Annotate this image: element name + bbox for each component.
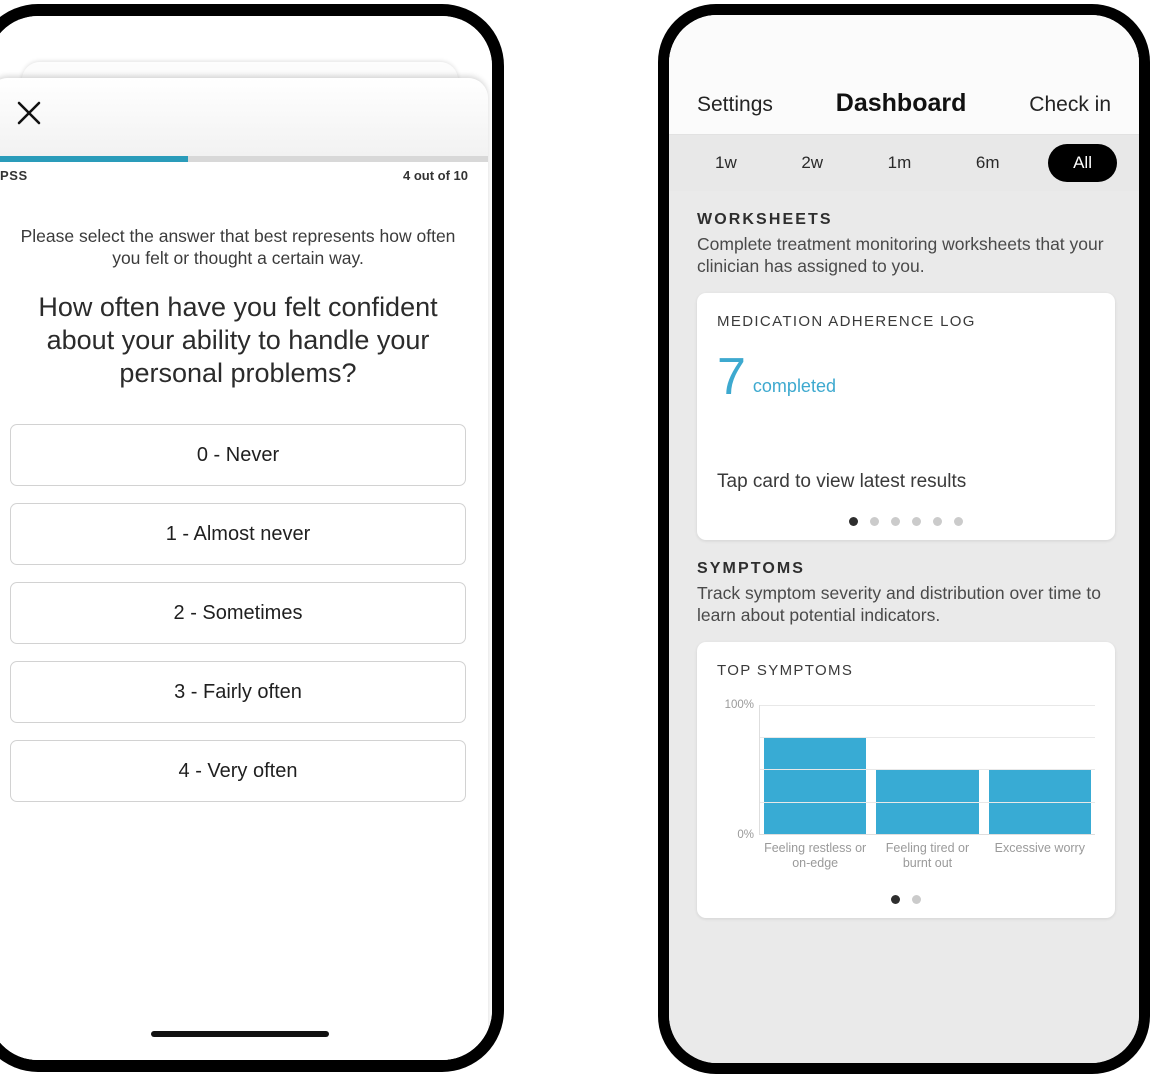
- survey-instruction: Please select the answer that best repre…: [20, 226, 456, 269]
- survey-modal-sheet: PSS 4 out of 10 Please select the answer…: [0, 78, 488, 1060]
- chart-y-axis: 100% 0%: [717, 699, 759, 841]
- survey-meta-row: PSS 4 out of 10: [0, 162, 488, 183]
- filter-pill-2w[interactable]: 2w: [785, 144, 839, 182]
- survey-option-4[interactable]: 4 - Very often: [10, 740, 466, 803]
- check-in-button[interactable]: Check in: [1029, 93, 1111, 117]
- top-symptoms-card[interactable]: TOP SYMPTOMS 100% 0% Feeling restless or…: [697, 641, 1115, 919]
- section-description-symptoms: Track symptom severity and distribution …: [697, 582, 1101, 625]
- survey-option-0[interactable]: 0 - Never: [10, 424, 466, 487]
- filter-pill-6m[interactable]: 6m: [960, 144, 1016, 182]
- worksheet-card-pager: [717, 516, 1095, 526]
- home-indicator: [151, 1031, 329, 1037]
- survey-progress-fill: [0, 156, 188, 162]
- chart-bar-0: [764, 737, 867, 834]
- chart-plot-area: [759, 704, 1095, 835]
- page-title: Dashboard: [835, 89, 967, 117]
- dashboard-screen: Settings Dashboard Check in 1w 2w 1m 6m All …: [669, 15, 1139, 1063]
- section-title-symptoms: SYMPTOMS: [697, 559, 806, 577]
- y-axis-label-max: 100%: [724, 698, 754, 711]
- phone-left-frame: PSS 4 out of 10 Please select the answer…: [0, 4, 504, 1072]
- pager-dot-4[interactable]: [912, 516, 921, 526]
- survey-question: How often have you felt confident about …: [38, 292, 438, 389]
- card-title-symptoms: TOP SYMPTOMS: [717, 661, 854, 679]
- pager-dot-2[interactable]: [912, 895, 921, 905]
- pager-dot-6[interactable]: [954, 516, 963, 526]
- card-hint-text: Tap card to view latest results: [717, 470, 967, 492]
- chart-gridline-50: [760, 769, 1095, 771]
- card-title-medication: MEDICATION ADHERENCE LOG: [717, 313, 976, 331]
- chart-gridline-100: [760, 704, 1095, 706]
- survey-option-1[interactable]: 1 - Almost never: [10, 503, 466, 566]
- screenshot-stage: PSS 4 out of 10 Please select the answer…: [0, 0, 1164, 1079]
- completed-label: completed: [752, 375, 836, 396]
- phone-left-screen: PSS 4 out of 10 Please select the answer…: [0, 16, 492, 1060]
- settings-button[interactable]: Settings: [697, 93, 773, 117]
- survey-option-3[interactable]: 3 - Fairly often: [10, 661, 466, 724]
- pager-dot-2[interactable]: [870, 516, 879, 526]
- survey-option-2[interactable]: 2 - Sometimes: [10, 582, 466, 645]
- phone-right-screen: Settings Dashboard Check in 1w 2w 1m 6m All …: [669, 15, 1139, 1063]
- chart-x-label-2: Excessive worry: [994, 840, 1085, 855]
- time-range-filter-row: 1w 2w 1m 6m All: [669, 135, 1139, 191]
- chart-x-axis-labels: Feeling restless or on-edge Feeling tired…: [760, 835, 1095, 872]
- chart-x-label-1: Feeling tired or burnt out: [885, 840, 970, 871]
- survey-screen: PSS 4 out of 10 Please select the answer…: [0, 16, 492, 1060]
- survey-scale-label: PSS: [0, 168, 28, 183]
- filter-pill-1m[interactable]: 1m: [872, 144, 928, 182]
- chart-gridline-75: [760, 737, 1095, 739]
- section-title-worksheets: WORKSHEETS: [697, 211, 833, 228]
- pager-dot-1[interactable]: [891, 895, 900, 905]
- filter-pill-all[interactable]: All: [1048, 144, 1117, 182]
- medication-adherence-card[interactable]: MEDICATION ADHERENCE LOG 7 completed Tap…: [697, 293, 1115, 540]
- y-axis-label-min: 0%: [737, 828, 754, 841]
- close-icon[interactable]: [12, 96, 46, 130]
- survey-progress-bar: [0, 156, 488, 162]
- phone-right-frame: Settings Dashboard Check in 1w 2w 1m 6m All …: [658, 4, 1150, 1074]
- survey-topbar: [0, 78, 488, 156]
- section-description-worksheets: Complete treatment monitoring worksheets…: [697, 234, 1104, 277]
- completed-count: 7: [717, 348, 746, 407]
- survey-progress-text: 4 out of 10: [402, 168, 468, 183]
- chart-gridline-25: [760, 801, 1095, 803]
- symptom-card-pager: [717, 895, 1095, 905]
- dashboard-navbar: Settings Dashboard Check in: [669, 15, 1139, 135]
- chart-x-label-0: Feeling restless or on-edge: [764, 840, 867, 871]
- pager-dot-5[interactable]: [933, 516, 942, 526]
- filter-pill-1w[interactable]: 1w: [699, 144, 753, 182]
- pager-dot-1[interactable]: [849, 516, 858, 526]
- card-stat-row: 7 completed: [717, 348, 1095, 407]
- survey-options-list: 0 - Never 1 - Almost never 2 - Sometimes 3 …: [0, 390, 488, 803]
- top-symptoms-bar-chart: 100% 0%: [717, 699, 1095, 841]
- pager-dot-3[interactable]: [891, 516, 900, 526]
- dashboard-scroll-area[interactable]: WORKSHEETS Complete treatment monitoring…: [669, 191, 1139, 1063]
